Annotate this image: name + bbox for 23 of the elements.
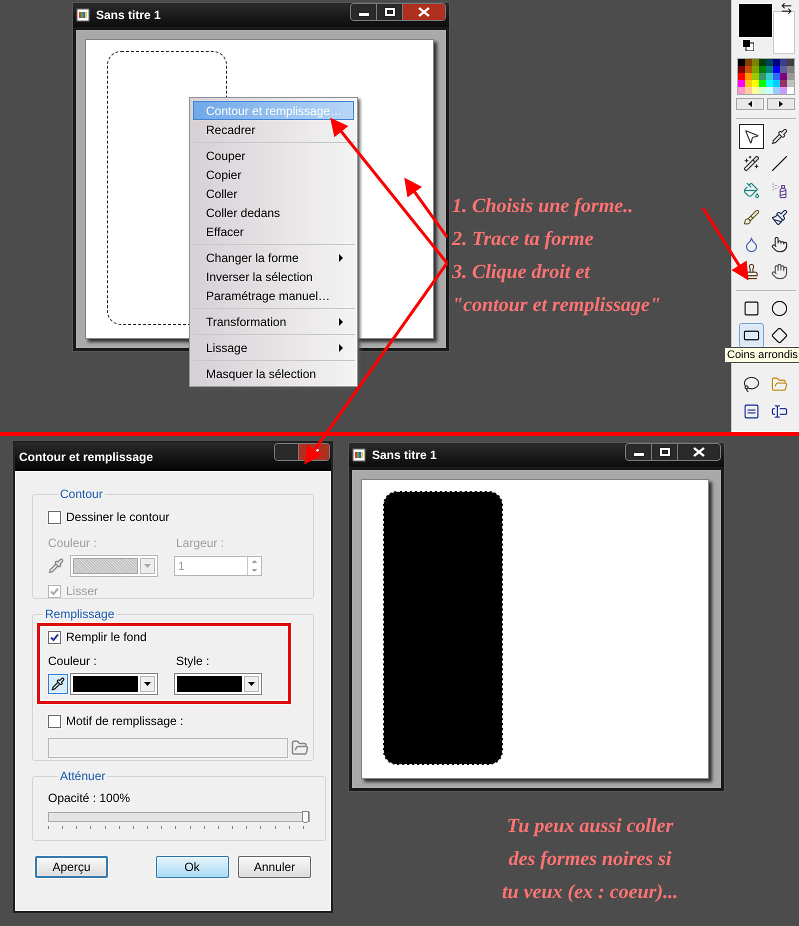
checkbox-label: Remplir le fond bbox=[66, 629, 147, 646]
annotation-text: 1. Choisis une forme.. bbox=[452, 194, 634, 219]
tooltip: Coins arrondis bbox=[724, 347, 799, 363]
field-label: Couleur : bbox=[48, 535, 98, 552]
note-text: Tu peux aussi coller bbox=[506, 814, 674, 839]
group-title: Atténuer bbox=[59, 768, 106, 785]
window-title: Sans titre 1 bbox=[96, 7, 161, 24]
field-label: Style : bbox=[176, 653, 210, 670]
checkbox-label: Dessiner le contour bbox=[66, 509, 170, 526]
annotation-text: 3. Clique droit et bbox=[452, 260, 592, 285]
annotation-text: 2. Trace ta forme bbox=[452, 227, 594, 252]
dialog-title: Contour et remplissage bbox=[19, 449, 154, 466]
note-text: tu veux (ex : coeur)... bbox=[502, 880, 678, 905]
checkbox-label: Motif de remplissage : bbox=[66, 713, 184, 730]
window-title: Sans titre 1 bbox=[372, 447, 437, 464]
group-title: Contour bbox=[59, 486, 104, 503]
group-title: Remplissage bbox=[44, 606, 116, 623]
checkbox-label: Lisser bbox=[66, 583, 98, 600]
annotation-text: "contour et remplissage" bbox=[452, 293, 661, 318]
field-label: Largeur : bbox=[176, 535, 224, 552]
field-label: Couleur : bbox=[48, 653, 98, 670]
note-text: des formes noires si bbox=[508, 847, 672, 872]
opacity-label: Opacité : 100% bbox=[48, 790, 132, 807]
